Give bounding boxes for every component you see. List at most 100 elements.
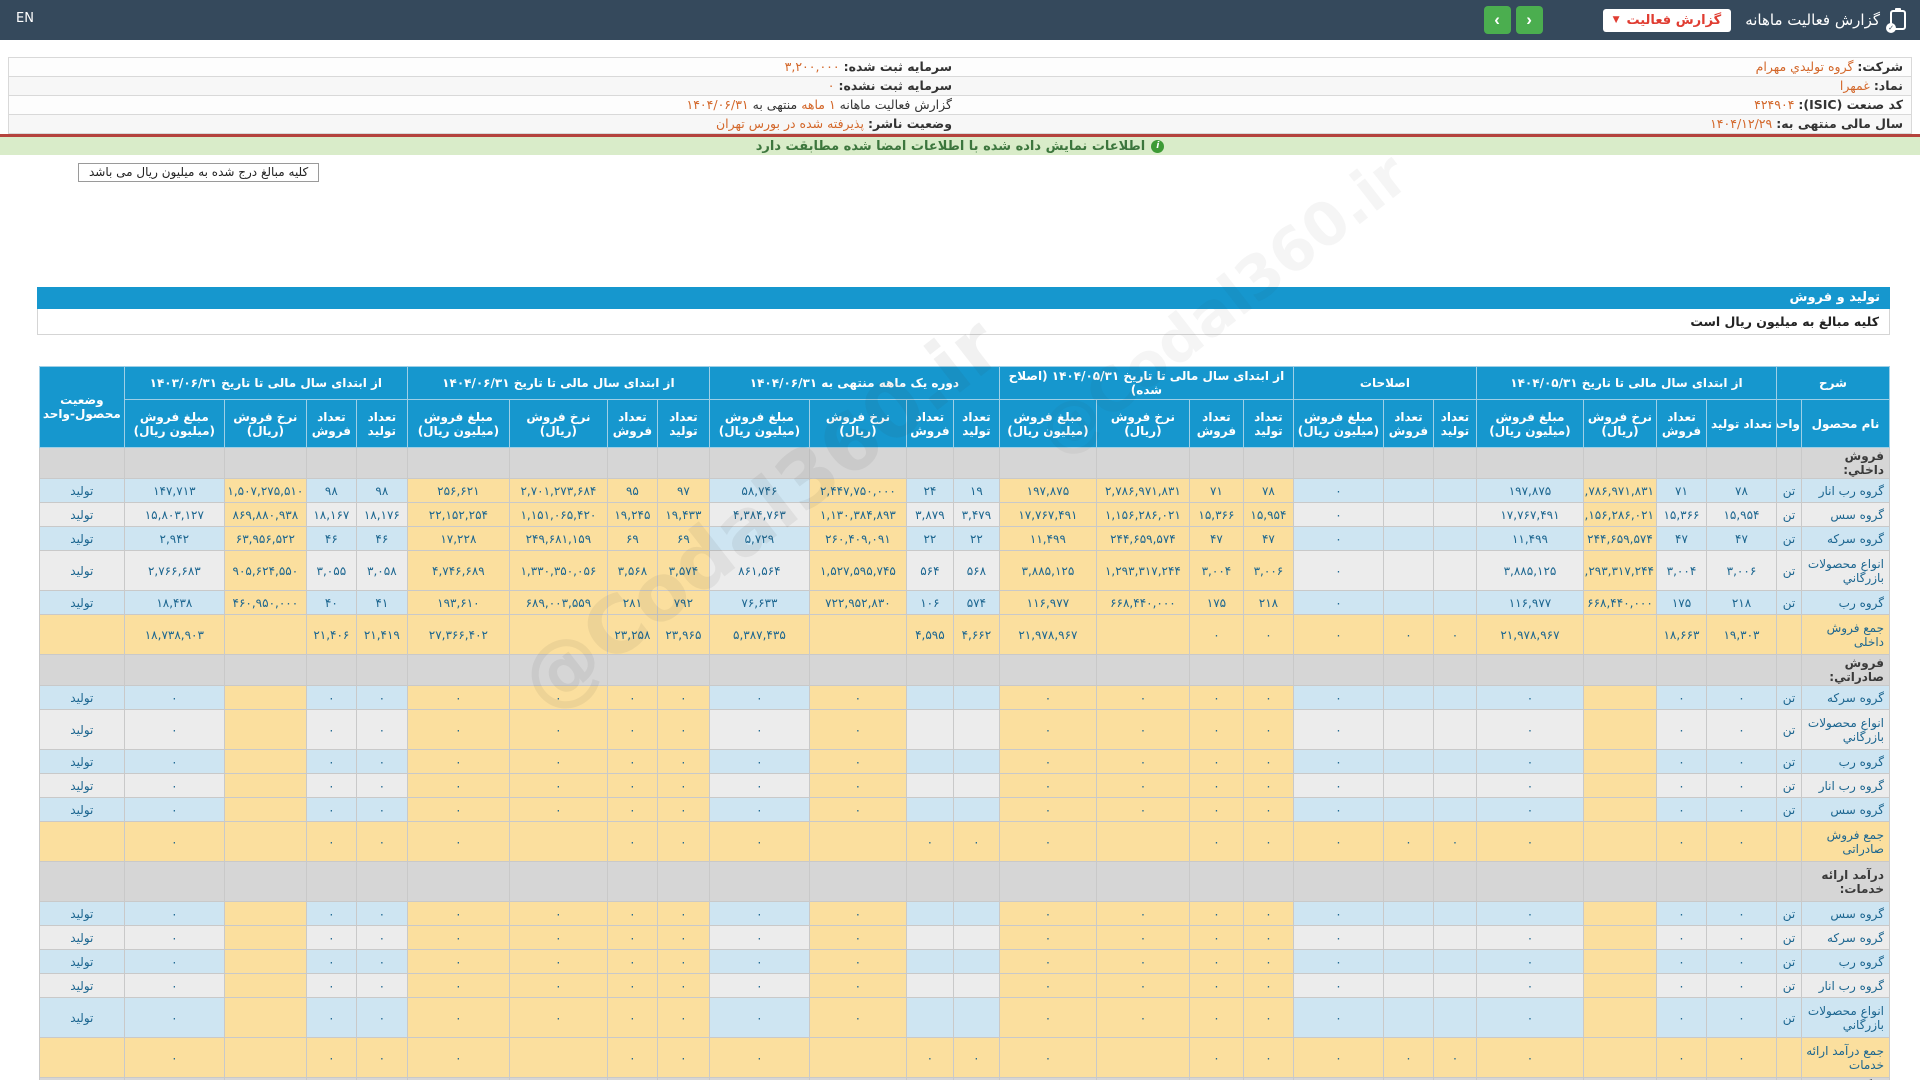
product-name-cell: گروه سرکه — [1801, 526, 1890, 551]
value-cell — [1382, 526, 1434, 551]
section-cell — [1095, 654, 1190, 686]
section-cell — [606, 447, 658, 479]
column-header: واحد — [1775, 399, 1803, 448]
value-cell — [223, 997, 307, 1038]
value-cell: ۹۸ — [355, 478, 408, 503]
table-header: شرح از ابتدای سال مالی تا تاریخ ۱۴۰۴/۰۵/۳… — [38, 366, 1891, 448]
value-cell: ۰ — [355, 685, 408, 710]
value-cell: ۰ — [1705, 821, 1777, 862]
value-cell — [1582, 685, 1657, 710]
value-cell: ۰ — [606, 925, 658, 950]
value-cell: ۲۷,۳۶۶,۴۰۲ — [406, 614, 510, 655]
value-cell — [1432, 502, 1477, 527]
section-row: درآمد ارائه خدمات: — [38, 861, 1890, 902]
value-cell: ۰ — [656, 997, 710, 1038]
value-cell: ۸۶۱,۵۶۴ — [708, 550, 810, 591]
value-cell: ۴۷ — [1242, 526, 1294, 551]
value-cell: ۰ — [508, 685, 608, 710]
table-row: گروه رب انار تن ۰ ۰ ۰ ۰ ۰ ۰ ۰ ۰ ۰ ۰ ۰ ۰ ۰ ۰ ۰ ۰ ۰ تولید — [38, 973, 1890, 998]
value-cell — [1432, 925, 1477, 950]
value-cell: ۰ — [606, 797, 658, 822]
value-cell: ۴۶ — [355, 526, 408, 551]
value-cell: ۰ — [355, 973, 408, 998]
value-cell: ۹۵ — [606, 478, 658, 503]
value-cell: ۰ — [1655, 997, 1707, 1038]
value-cell — [1432, 901, 1477, 926]
section-row: فروش داخلي: — [38, 447, 1890, 479]
section-banner: تولید و فروش — [37, 287, 1890, 309]
value-cell — [952, 925, 1000, 950]
value-cell: ۰ — [708, 925, 810, 950]
value-cell — [1382, 973, 1434, 998]
value-cell: ۱۹,۴۳۳ — [656, 502, 710, 527]
value-cell: ۱۹۷,۸۷۵ — [998, 478, 1097, 503]
value-cell — [1582, 997, 1657, 1038]
section-cell — [406, 654, 510, 686]
total-row: جمع فروش داخلی ۱۹,۳۰۳ ۱۸,۶۶۳ ۲۱,۹۷۸,۹۶۷ ۰ ۰ ۰ ۰… — [38, 614, 1890, 655]
value-cell: ۰ — [123, 749, 225, 774]
top-navbar: گزارش فعالیت ماهانه گزارش فعالیت ▼ ‹ › E… — [0, 0, 1920, 40]
product-name-cell: گروه رب — [1801, 949, 1890, 974]
value-cell: ۰ — [606, 749, 658, 774]
value-cell: ۰ — [1475, 997, 1584, 1038]
section-cell — [808, 654, 907, 686]
section-label: درآمد ارائه خدمات: — [1801, 861, 1890, 902]
value-cell — [1382, 709, 1434, 750]
value-cell: ۹۰۵,۶۲۴,۵۵۰ — [223, 550, 307, 591]
section-cell — [998, 654, 1097, 686]
value-cell: ۰ — [1475, 797, 1584, 822]
section-cell — [355, 654, 408, 686]
value-cell: ۰ — [123, 949, 225, 974]
section-cell — [508, 654, 608, 686]
value-cell: ۰ — [808, 925, 907, 950]
section-cell — [1382, 861, 1434, 902]
value-cell: ۲۵۶,۶۲۱ — [406, 478, 510, 503]
unregistered-capital-value: ۰ — [827, 78, 835, 93]
column-header: تعداد فروش — [1188, 399, 1244, 448]
value-cell: ۰ — [952, 821, 1000, 862]
value-cell: ۴,۷۴۶,۶۸۹ — [406, 550, 510, 591]
value-cell — [905, 925, 954, 950]
value-cell: ۰ — [123, 773, 225, 798]
value-cell — [952, 749, 1000, 774]
unit-cell: تن — [1775, 685, 1803, 710]
issuer-status-label: وضعیت ناشر: — [867, 116, 952, 131]
section-cell — [1705, 447, 1777, 479]
section-cell — [38, 861, 125, 902]
value-cell: ۰ — [1095, 901, 1190, 926]
next-report-button[interactable]: › — [1515, 6, 1543, 34]
section-cell — [1242, 447, 1294, 479]
value-cell: ۰ — [656, 709, 710, 750]
value-cell: ۰ — [1188, 925, 1244, 950]
value-cell: ۰ — [1705, 973, 1777, 998]
column-header: نام محصول — [1801, 399, 1890, 448]
clipboard-icon — [1886, 8, 1906, 33]
value-cell: ۷۶,۶۳۳ — [708, 590, 810, 615]
value-cell — [905, 797, 954, 822]
value-cell: ۰ — [1382, 614, 1434, 655]
value-cell: ۰ — [355, 901, 408, 926]
unit-cell: تن — [1775, 997, 1803, 1038]
language-switch[interactable]: EN — [16, 11, 34, 26]
column-group-header: از ابتدای سال مالی تا تاریخ ۱۴۰۳/۰۶/۳۱ — [123, 366, 408, 400]
value-cell — [223, 749, 307, 774]
value-cell: ۱۰۶ — [905, 590, 954, 615]
column-header: تعداد فروش — [606, 399, 658, 448]
section-cell — [656, 654, 710, 686]
value-cell: ۵۶۸ — [952, 550, 1000, 591]
column-group-header: از ابتدای سال مالی تا تاریخ ۱۴۰۴/۰۵/۳۱ — [1475, 366, 1777, 400]
prev-report-button[interactable]: ‹ — [1483, 6, 1511, 34]
value-cell: ۰ — [606, 997, 658, 1038]
report-type-dropdown[interactable]: گزارش فعالیت ▼ — [1602, 8, 1732, 32]
value-cell: ۱۷,۷۶۷,۴۹۱ — [998, 502, 1097, 527]
section-cell — [223, 861, 307, 902]
value-cell: ۱۴۷,۷۱۳ — [123, 478, 225, 503]
column-group-header: وضعیت محصول-واحد — [38, 366, 125, 448]
company-info-table: شرکت: گروه توليدي مهرام سرمایه ثبت شده: … — [8, 57, 1912, 134]
section-cell — [1775, 654, 1803, 686]
status-cell: تولید — [38, 685, 125, 710]
status-cell: تولید — [38, 925, 125, 950]
status-cell: تولید — [38, 526, 125, 551]
value-cell: ۱۱۶,۹۷۷ — [1475, 590, 1584, 615]
value-cell: ۰ — [1292, 614, 1384, 655]
